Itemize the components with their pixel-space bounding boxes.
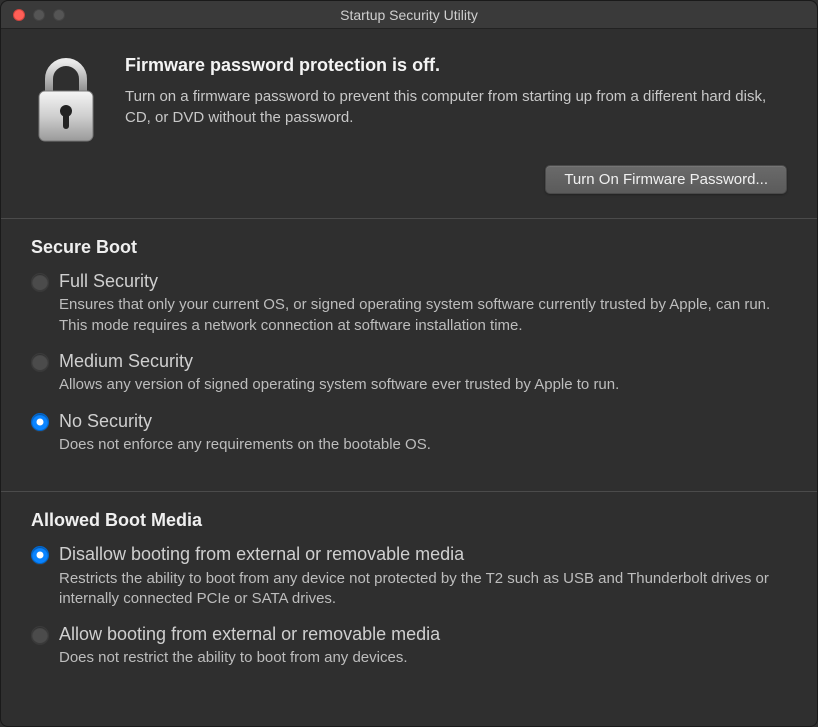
boot-media-section: Allowed Boot Media Disallow booting from… xyxy=(1,492,817,705)
radio-medium-security[interactable] xyxy=(31,353,49,371)
window-title: Startup Security Utility xyxy=(1,7,817,23)
radio-no-security[interactable] xyxy=(31,413,49,431)
option-desc-full-security: Ensures that only your current OS, or si… xyxy=(59,295,787,336)
secure-boot-option-medium: Medium Security Allows any version of si… xyxy=(31,350,787,396)
titlebar: Startup Security Utility xyxy=(1,1,817,29)
secure-boot-option-full: Full Security Ensures that only your cur… xyxy=(31,270,787,336)
radio-full-security[interactable] xyxy=(31,273,49,291)
window: Startup Security Utility xyxy=(0,0,818,727)
content: Firmware password protection is off. Tur… xyxy=(1,29,817,726)
option-label-medium-security[interactable]: Medium Security xyxy=(59,350,787,373)
boot-media-title: Allowed Boot Media xyxy=(31,510,787,531)
option-label-no-security[interactable]: No Security xyxy=(59,410,787,433)
firmware-header: Firmware password protection is off. Tur… xyxy=(1,29,817,165)
close-button[interactable] xyxy=(13,9,25,21)
secure-boot-title: Secure Boot xyxy=(31,237,787,258)
lock-icon xyxy=(31,55,101,145)
option-label-full-security[interactable]: Full Security xyxy=(59,270,787,293)
option-desc-allow-external: Does not restrict the ability to boot fr… xyxy=(59,648,787,668)
option-desc-disallow-external: Restricts the ability to boot from any d… xyxy=(59,569,787,610)
boot-media-option-disallow: Disallow booting from external or remova… xyxy=(31,543,787,609)
secure-boot-option-none: No Security Does not enforce any require… xyxy=(31,410,787,456)
secure-boot-section: Secure Boot Full Security Ensures that o… xyxy=(1,219,817,491)
minimize-button[interactable] xyxy=(33,9,45,21)
radio-allow-external[interactable] xyxy=(31,626,49,644)
firmware-header-text: Firmware password protection is off. Tur… xyxy=(125,55,787,145)
option-desc-medium-security: Allows any version of signed operating s… xyxy=(59,375,787,395)
zoom-button[interactable] xyxy=(53,9,65,21)
turn-on-firmware-password-button[interactable]: Turn On Firmware Password... xyxy=(545,165,787,194)
option-label-disallow-external[interactable]: Disallow booting from external or remova… xyxy=(59,543,787,566)
radio-disallow-external[interactable] xyxy=(31,546,49,564)
option-label-allow-external[interactable]: Allow booting from external or removable… xyxy=(59,623,787,646)
traffic-lights xyxy=(13,9,65,21)
firmware-button-row: Turn On Firmware Password... xyxy=(1,165,817,218)
firmware-description: Turn on a firmware password to prevent t… xyxy=(125,86,787,128)
option-desc-no-security: Does not enforce any requirements on the… xyxy=(59,435,787,455)
firmware-title: Firmware password protection is off. xyxy=(125,55,787,76)
boot-media-option-allow: Allow booting from external or removable… xyxy=(31,623,787,669)
